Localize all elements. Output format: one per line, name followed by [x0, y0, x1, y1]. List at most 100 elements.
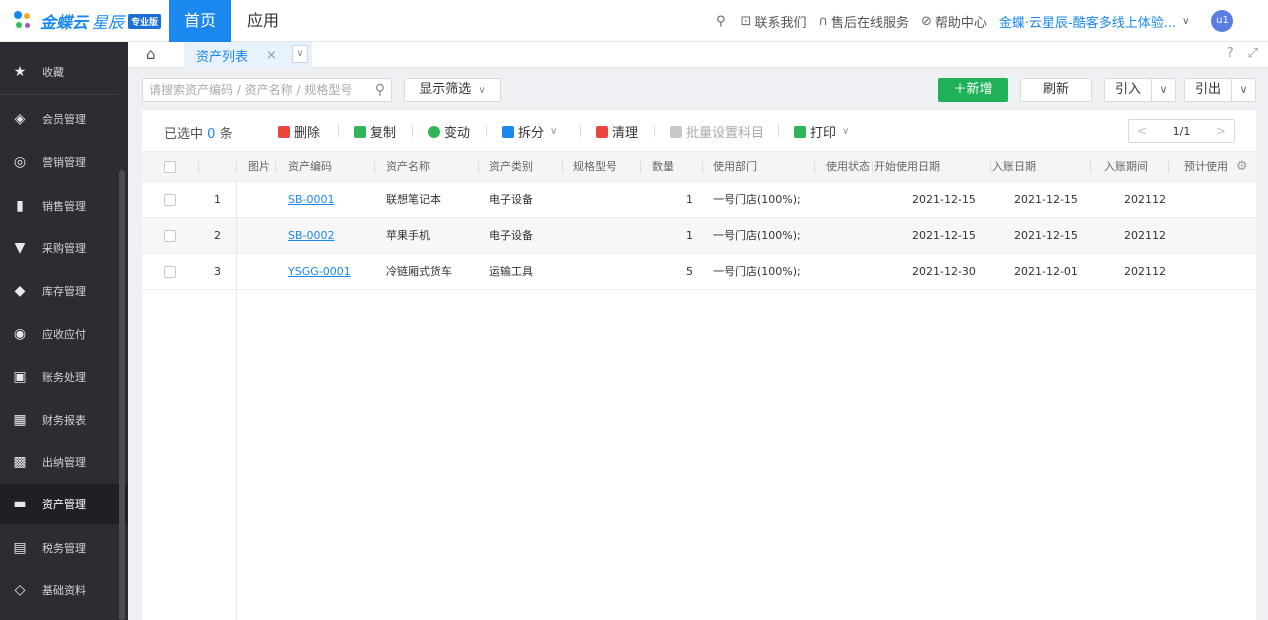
- column-header[interactable]: 预计使用: [1184, 152, 1228, 182]
- clean-icon: [596, 125, 608, 138]
- column-header[interactable]: 资产编码: [288, 152, 332, 182]
- help-icon[interactable]: ?: [1227, 46, 1234, 61]
- copy-button[interactable]: 复制: [354, 122, 396, 141]
- selected-number: 0: [207, 127, 216, 142]
- divider: [338, 125, 339, 137]
- layers-icon: ◇: [14, 582, 26, 598]
- sidebar-item-label: 收藏: [42, 66, 64, 79]
- search-input[interactable]: 请搜索资产编码 / 资产名称 / 规格型号 ⚲: [142, 78, 392, 102]
- column-header[interactable]: 使用状态: [826, 152, 870, 182]
- next-page-icon[interactable]: >: [1216, 124, 1226, 138]
- fullscreen-icon[interactable]: ⤢: [1248, 46, 1258, 61]
- logo[interactable]: 金蝶云 星辰 专业版: [12, 7, 162, 35]
- sidebar-item-label: 库存管理: [42, 285, 86, 298]
- sidebar-item-basic-data[interactable]: ◇ 基础资料: [0, 570, 118, 610]
- split-button[interactable]: 拆分 ∨: [502, 122, 557, 141]
- column-header: 图片: [248, 160, 270, 173]
- account-menu[interactable]: 金蝶·云星辰-酷客多线上体验... ∨: [999, 12, 1190, 31]
- row-checkbox[interactable]: [164, 230, 176, 242]
- chevron-down-icon: ∨: [478, 85, 486, 96]
- chevron-down-icon[interactable]: ∨: [1231, 79, 1255, 101]
- row-index: 1: [214, 193, 221, 206]
- asset-icon: ▬: [13, 496, 27, 512]
- asset-table-panel: 已选中 0 条 删除 复制 变动 拆分 ∨ 清理 批量设置科目 打印 ∨ < 1…: [142, 110, 1256, 620]
- sidebar-item-marketing[interactable]: ◎ 营销管理: [0, 142, 118, 182]
- sidebar-item-label: 销售管理: [42, 200, 86, 213]
- batch-set-account-button[interactable]: 批量设置科目: [670, 122, 764, 141]
- sidebar-item-sales[interactable]: ▮ 销售管理: [0, 186, 118, 226]
- prev-page-icon[interactable]: <: [1137, 124, 1147, 138]
- close-icon[interactable]: ×: [266, 48, 277, 63]
- divider: [702, 161, 703, 173]
- delete-button[interactable]: 删除: [278, 122, 320, 141]
- search-icon[interactable]: ⚲: [375, 79, 385, 101]
- sidebar-item-reports[interactable]: ▦ 财务报表: [0, 400, 118, 440]
- entry-date: 2021-12-01: [1014, 265, 1078, 278]
- chevron-down-icon: ∨: [1182, 15, 1190, 27]
- asset-code-link[interactable]: SB-0002: [288, 218, 335, 254]
- help-link[interactable]: ⊘ 帮助中心: [921, 12, 987, 31]
- row-checkbox[interactable]: [164, 194, 176, 206]
- print-button[interactable]: 打印 ∨: [794, 122, 849, 141]
- column-header[interactable]: 使用部门: [713, 152, 757, 182]
- import-label[interactable]: 引入: [1105, 79, 1151, 101]
- clean-button[interactable]: 清理: [596, 122, 638, 141]
- table-row[interactable]: 2 SB-0002 苹果手机 电子设备 1 一号门店(100%); 2021-1…: [142, 218, 1256, 254]
- contact-link[interactable]: ⊡ 联系我们: [741, 12, 807, 31]
- sidebar-item-tax[interactable]: ▤ 税务管理: [0, 528, 118, 568]
- refresh-button[interactable]: 刷新: [1020, 78, 1092, 102]
- sidebar-item-receivables[interactable]: ◉ 应收应付: [0, 314, 118, 354]
- column-header[interactable]: 数量: [652, 152, 674, 182]
- divider: [990, 161, 991, 173]
- row-checkbox[interactable]: [164, 266, 176, 278]
- sidebar-item-favorites[interactable]: ★ 收藏: [0, 52, 118, 92]
- asset-qty: 1: [686, 193, 693, 206]
- tab-dropdown-icon[interactable]: ∨: [292, 45, 308, 63]
- search-row: 请搜索资产编码 / 资产名称 / 规格型号 ⚲ 显示筛选 ∨ ＋新增 刷新 引入…: [128, 68, 1268, 110]
- column-header[interactable]: 开始使用日期: [874, 152, 940, 182]
- sidebar-item-accounting[interactable]: ▣ 账务处理: [0, 357, 118, 397]
- sidebar-item-purchase[interactable]: ▼ 采购管理: [0, 228, 118, 268]
- show-filter-button[interactable]: 显示筛选 ∨: [404, 78, 501, 102]
- export-button[interactable]: 引出 ∨: [1184, 78, 1256, 102]
- export-label[interactable]: 引出: [1185, 79, 1231, 101]
- trash-icon: [278, 125, 290, 138]
- column-header[interactable]: 入账期间: [1104, 152, 1148, 182]
- change-button[interactable]: 变动: [428, 122, 470, 141]
- asset-code-link[interactable]: YSGG-0001: [288, 254, 351, 290]
- asset-category: 运输工具: [489, 265, 533, 278]
- asset-category: 电子设备: [489, 193, 533, 206]
- entry-period: 202112: [1124, 229, 1166, 242]
- home-icon[interactable]: ⌂: [146, 46, 162, 62]
- nav-home[interactable]: 首页: [169, 0, 231, 42]
- select-all-checkbox[interactable]: [164, 161, 176, 173]
- import-button[interactable]: 引入 ∨: [1104, 78, 1176, 102]
- help-label: 帮助中心: [934, 15, 987, 31]
- sidebar-divider: [0, 94, 118, 95]
- sidebar-scrollbar[interactable]: [119, 170, 125, 620]
- sidebar-item-members[interactable]: ◈ 会员管理: [0, 99, 118, 139]
- start-date: 2021-12-30: [912, 265, 976, 278]
- add-button[interactable]: ＋新增: [938, 78, 1008, 102]
- sidebar-item-inventory[interactable]: ◆ 库存管理: [0, 271, 118, 311]
- search-icon: ⚲: [716, 13, 726, 29]
- column-header[interactable]: 规格型号: [573, 152, 617, 182]
- service-link[interactable]: ∩ 售后在线服务: [818, 12, 909, 31]
- divider: [486, 125, 487, 137]
- nav-app[interactable]: 应用: [247, 0, 279, 42]
- table-row[interactable]: 1 SB-0001 联想笔记本 电子设备 1 一号门店(100%); 2021-…: [142, 182, 1256, 218]
- asset-code-link[interactable]: SB-0001: [288, 182, 335, 218]
- settings-gear-icon[interactable]: ⚙: [1236, 152, 1248, 182]
- sidebar-item-assets[interactable]: ▬ 资产管理: [0, 484, 128, 524]
- column-header[interactable]: 资产类别: [489, 152, 533, 182]
- chevron-down-icon[interactable]: ∨: [1151, 79, 1175, 101]
- avatar[interactable]: u1: [1211, 10, 1234, 32]
- contact-label: 联系我们: [754, 15, 807, 31]
- sidebar-item-cashier[interactable]: ▩ 出纳管理: [0, 442, 118, 482]
- column-header[interactable]: 资产名称: [386, 152, 430, 182]
- search-button[interactable]: ⚲: [716, 14, 729, 29]
- batch-icon: [670, 125, 682, 138]
- start-date: 2021-12-15: [912, 193, 976, 206]
- column-header[interactable]: 入账日期: [992, 152, 1036, 182]
- table-row[interactable]: 3 YSGG-0001 冷链厢式货车 运输工具 5 一号门店(100%); 20…: [142, 254, 1256, 290]
